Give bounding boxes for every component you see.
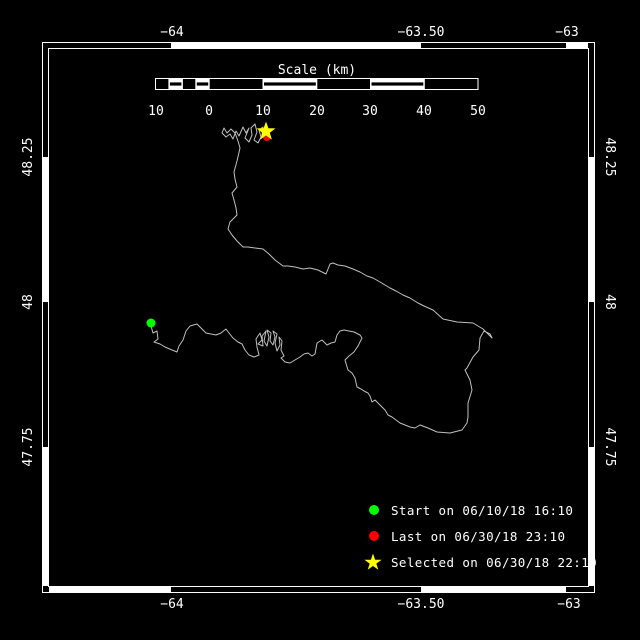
tracking-map-window: −64 −63.50 −63 −64 −63.50 −63 48.25 48 4…: [0, 0, 640, 640]
bottom-axis-label: −63: [557, 597, 581, 612]
right-axis-label: 47.75: [602, 427, 617, 467]
scale-bar: [155, 78, 479, 90]
left-axis-label: 48: [21, 294, 36, 310]
legend-start-circle-icon: [369, 505, 379, 515]
top-axis-label: −63: [555, 25, 579, 40]
scale-bar-title: Scale (km): [277, 63, 357, 78]
scale-bar-filled-cells: [168, 78, 425, 90]
legend-last-circle-icon: [369, 531, 379, 541]
right-axis-label: 48.25: [602, 137, 617, 177]
scale-tick-label: 50: [470, 104, 486, 119]
legend-item-start: Start on 06/10/18 16:10: [391, 503, 574, 518]
scale-tick-label: 10: [148, 104, 164, 119]
start-marker: [146, 318, 156, 328]
top-axis-label: −63.50: [397, 25, 445, 40]
legend-selected-star-icon: [364, 553, 382, 570]
bottom-axis-label: −63.50: [397, 597, 445, 612]
right-axis-label: 48: [602, 294, 617, 310]
scale-tick-label: 30: [362, 104, 378, 119]
left-axis-label: 48.25: [21, 137, 36, 177]
map-plot: [42, 42, 595, 593]
scale-tick-label: 10: [255, 104, 271, 119]
legend-item-selected: Selected on 06/30/18 22:10: [391, 555, 598, 570]
scale-tick-label: 40: [416, 104, 432, 119]
scale-tick-label: 20: [309, 104, 325, 119]
scale-tick-label: 0: [205, 104, 213, 119]
track-path: [150, 123, 493, 434]
top-axis-label: −64: [160, 25, 184, 40]
left-axis-label: 47.75: [21, 427, 36, 467]
legend-item-last: Last on 06/30/18 23:10: [391, 529, 566, 544]
bottom-axis-label: −64: [160, 597, 184, 612]
